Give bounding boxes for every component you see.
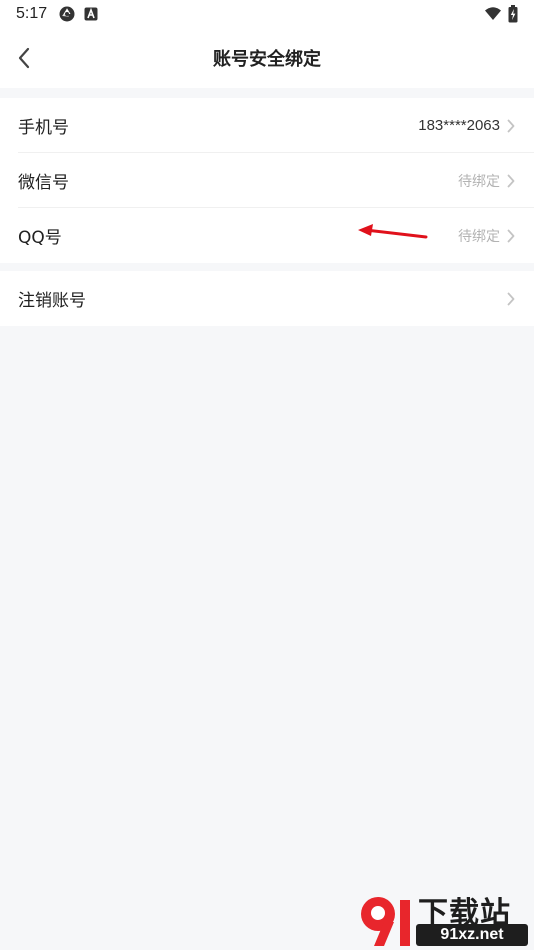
watermark-domain: 91xz.net bbox=[416, 924, 528, 946]
watermark: 下载站 91xz.net bbox=[354, 888, 534, 950]
phone-number-value: 183****2063 bbox=[418, 117, 500, 134]
chevron-right-icon bbox=[507, 119, 515, 132]
chevron-right-icon bbox=[507, 229, 515, 242]
aperture-icon bbox=[59, 6, 75, 22]
status-bar: 5:17 bbox=[0, 0, 534, 28]
binding-status: 待绑定 bbox=[458, 173, 500, 190]
page-title: 账号安全绑定 bbox=[213, 49, 321, 70]
binding-list: 手机号 183****2063 微信号 待绑定 QQ号 待绑定 bbox=[0, 98, 534, 263]
chevron-right-icon bbox=[507, 174, 515, 187]
status-time: 5:17 bbox=[16, 5, 48, 22]
phone-binding-row[interactable]: 手机号 183****2063 bbox=[0, 98, 534, 153]
chevron-right-icon bbox=[507, 292, 515, 305]
account-actions: 注销账号 bbox=[0, 271, 534, 326]
binding-status: 待绑定 bbox=[458, 228, 500, 245]
watermark-logo-icon bbox=[361, 897, 410, 946]
deactivate-account-row[interactable]: 注销账号 bbox=[0, 271, 534, 326]
battery-charging-icon bbox=[508, 5, 518, 23]
qq-binding-row[interactable]: QQ号 待绑定 bbox=[0, 208, 534, 263]
row-label: QQ号 bbox=[18, 228, 62, 248]
annotation-arrow-icon bbox=[358, 224, 428, 239]
row-label: 手机号 bbox=[18, 118, 69, 138]
row-label: 微信号 bbox=[18, 173, 69, 193]
wechat-binding-row[interactable]: 微信号 待绑定 bbox=[0, 153, 534, 208]
row-label: 注销账号 bbox=[18, 291, 86, 311]
navigation-bar: 账号安全绑定 bbox=[0, 28, 534, 88]
a-badge-icon bbox=[84, 7, 98, 21]
wifi-icon bbox=[485, 7, 501, 20]
